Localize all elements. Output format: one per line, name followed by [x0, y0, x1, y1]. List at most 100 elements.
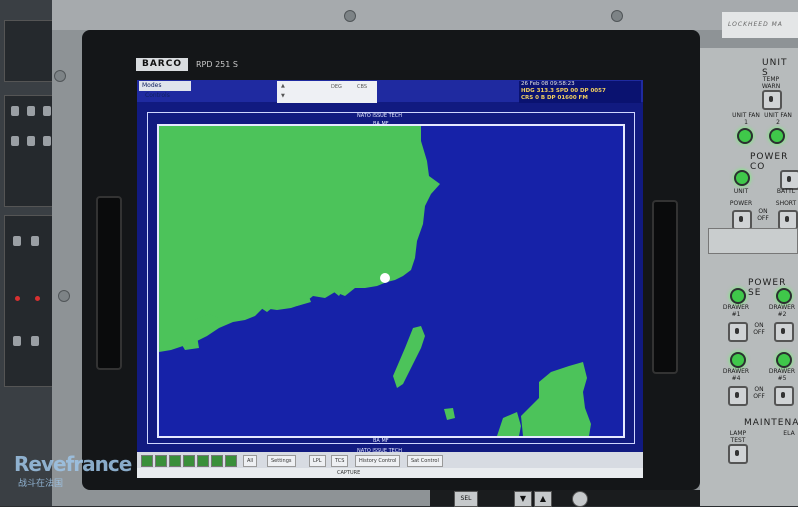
red-indicator-light	[35, 296, 40, 301]
maintenance-title: MAINTENAN	[744, 418, 798, 428]
unit-fan-2-label: UNIT FAN 2	[764, 112, 792, 126]
fan-2-indicator	[769, 128, 785, 144]
map-tool-icon[interactable]	[169, 455, 181, 467]
map-tool-icon[interactable]	[197, 455, 209, 467]
readout-line2: HDG 313.3 SPD 00 DP 0057	[521, 88, 606, 94]
map-footer-sublabel: BA MF	[373, 438, 389, 444]
temp-warn-switch[interactable]	[762, 90, 782, 110]
rack-panel	[4, 215, 58, 387]
knob[interactable]	[11, 106, 19, 116]
select-button[interactable]: SEL	[454, 491, 478, 507]
popup-panel[interactable]: ▲ ▼ DEG CBS	[277, 81, 377, 103]
screen-statusbar: CAPTURE	[137, 468, 643, 478]
knob[interactable]	[27, 136, 35, 146]
screw-icon	[58, 290, 70, 302]
modes-label: Modes	[142, 82, 162, 89]
drawer-5-switch[interactable]	[774, 386, 794, 406]
bottom-control-strip: SEL ▼ ▲	[430, 490, 700, 507]
drawer-2-label: DRAWER #2	[768, 304, 796, 318]
drawer-1-indicator	[730, 288, 746, 304]
central-island	[393, 326, 425, 388]
watermark-subtitle: 战斗在法国	[18, 479, 64, 489]
screw-icon	[344, 10, 356, 22]
battle-switch[interactable]	[780, 170, 798, 190]
info-plate	[708, 228, 798, 254]
vessel-position-marker	[380, 273, 390, 283]
readout-line1: 26 Feb 08 09:58:23	[521, 81, 575, 87]
modes-menu[interactable]: Modes Controls	[139, 81, 191, 99]
southeast-landmass	[521, 362, 591, 436]
power-label: POWER	[729, 200, 753, 207]
power-control-title: POWER CO	[750, 152, 789, 172]
rack-panel	[4, 95, 58, 207]
ela-label: ELA	[783, 430, 795, 437]
console-top-panel	[52, 0, 798, 30]
company-plate: LOCKHEED MA	[722, 12, 798, 38]
map-tool-icon[interactable]	[211, 455, 223, 467]
drawer-5-label: DRAWER #5	[768, 368, 796, 382]
toolbar-button-tcs[interactable]: TCS	[331, 455, 349, 467]
up-arrow-icon[interactable]: ▲	[281, 83, 285, 89]
toolbar-button-lpl[interactable]: LPL	[309, 455, 326, 467]
rack-panel	[4, 20, 58, 82]
power-button[interactable]	[572, 491, 588, 507]
status-text: CAPTURE	[337, 470, 361, 476]
knob[interactable]	[31, 236, 39, 246]
drawer-1-switch[interactable]	[728, 322, 748, 342]
on-off-label: ON OFF	[753, 386, 765, 400]
down-button[interactable]: ▼	[514, 491, 532, 507]
monitor-handle[interactable]	[96, 196, 122, 370]
model-label: RPD 251 S	[196, 60, 238, 69]
drawer-4-label: DRAWER #4	[722, 368, 750, 382]
map-tool-icon[interactable]	[155, 455, 167, 467]
temp-warn-label: TEMP WARN	[761, 76, 781, 90]
unit-power-indicator	[734, 170, 750, 186]
unit-label: UNIT	[733, 188, 749, 195]
screen-toolbar: All Settings LPL TCS History Control Sat…	[137, 452, 643, 468]
toolbar-button-settings[interactable]: Settings	[267, 455, 296, 467]
southeast-landmass	[497, 412, 521, 436]
screw-icon	[611, 10, 623, 22]
drawer-2-switch[interactable]	[774, 322, 794, 342]
nautical-map[interactable]	[157, 124, 625, 438]
fan-1-indicator	[737, 128, 753, 144]
toolbar-button-sat[interactable]: Sat Control	[407, 455, 443, 467]
nav-readout: 26 Feb 08 09:58:23 HDG 313.3 SPD 00 DP 0…	[519, 81, 641, 103]
brand-logo: BARCO	[136, 58, 188, 71]
toolbar-button-history[interactable]: History Control	[355, 455, 401, 467]
up-button[interactable]: ▲	[534, 491, 552, 507]
drawer-2-indicator	[776, 288, 792, 304]
toolbar-button-all[interactable]: All	[243, 455, 258, 467]
knob[interactable]	[43, 136, 51, 146]
controls-label[interactable]: Controls	[145, 92, 170, 99]
short-switch[interactable]	[778, 210, 798, 230]
lamp-test-switch[interactable]	[728, 444, 748, 464]
map-tool-icon[interactable]	[141, 455, 153, 467]
down-arrow-icon[interactable]: ▼	[281, 93, 285, 99]
short-label: SHORT	[775, 200, 797, 207]
knob[interactable]	[31, 336, 39, 346]
control-panel: UNIT S TEMP WARN UNIT FAN 1 UNIT FAN 2 P…	[700, 48, 798, 506]
drawer-4-switch[interactable]	[728, 386, 748, 406]
unit-status-title: UNIT S	[762, 58, 788, 78]
popup-row2: CBS	[357, 84, 368, 90]
knob[interactable]	[27, 106, 35, 116]
map-tool-icon[interactable]	[183, 455, 195, 467]
monitor-handle[interactable]	[652, 200, 678, 374]
watermark-logo: Revefrance	[14, 452, 132, 476]
screw-icon	[54, 70, 66, 82]
knob[interactable]	[43, 106, 51, 116]
knob[interactable]	[11, 136, 19, 146]
screen-topbar: Modes Controls ▲ ▼ DEG CBS 26 Feb 08 09:…	[137, 80, 643, 103]
knob[interactable]	[13, 336, 21, 346]
battle-label: BATTL	[776, 188, 796, 195]
knob[interactable]	[13, 236, 21, 246]
drawer-4-indicator	[730, 352, 746, 368]
red-indicator-light	[15, 296, 20, 301]
popup-row1: DEG	[331, 84, 342, 90]
power-switch[interactable]	[732, 210, 752, 230]
map-tool-icon[interactable]	[225, 455, 237, 467]
unit-fan-1-label: UNIT FAN 1	[732, 112, 760, 126]
display-screen: Modes Controls ▲ ▼ DEG CBS 26 Feb 08 09:…	[137, 80, 643, 478]
on-off-label: ON OFF	[753, 322, 765, 336]
